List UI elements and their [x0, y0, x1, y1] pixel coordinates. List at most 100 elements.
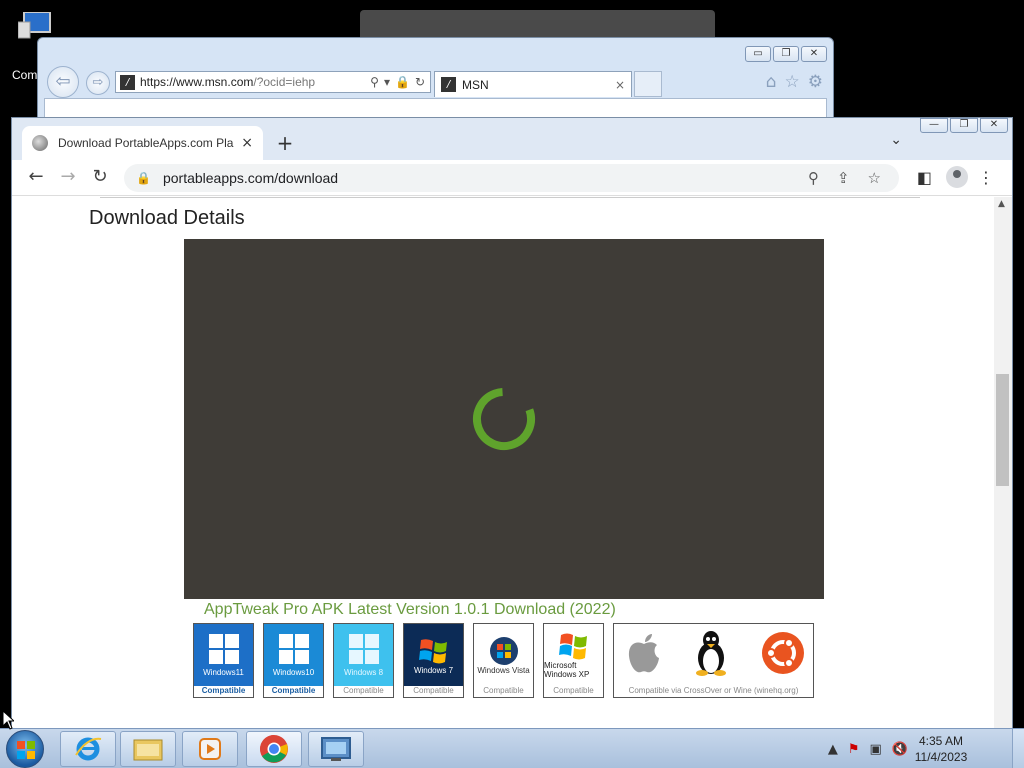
- chrome-minimize-button[interactable]: —: [920, 118, 948, 133]
- badge-name: Windows11: [203, 667, 244, 677]
- loading-spinner-icon: [473, 388, 535, 450]
- badge-name: Windows10: [272, 667, 315, 677]
- menu-kebab-icon[interactable]: ⋮: [978, 168, 994, 187]
- ie-forward-button[interactable]: ⇨: [86, 71, 110, 95]
- ie-url-main: https://www.msn.com: [140, 75, 254, 89]
- windows8-badge: Windows 8 Compatible: [333, 623, 394, 698]
- search-icon[interactable]: ⚲: [370, 75, 379, 89]
- windows7-flag-icon: [418, 638, 447, 663]
- badge-foot: Compatible: [271, 686, 316, 695]
- volume-muted-icon[interactable]: 🔇: [892, 742, 908, 757]
- badge-name: Microsoft Windows XP: [544, 661, 590, 679]
- folder-icon: [133, 739, 163, 761]
- search-icon[interactable]: ⚲: [808, 169, 819, 187]
- ie-restore-button[interactable]: ❐: [773, 46, 799, 62]
- ie-tab-close-icon[interactable]: ×: [615, 78, 625, 92]
- windows11-badge: Windows11 Compatible: [193, 623, 254, 698]
- bookmark-star-icon[interactable]: ☆: [868, 169, 881, 187]
- chrome-tab-strip: Download PortableApps.com Pla × + ⌄ — ❐ …: [12, 118, 1012, 160]
- chrome-omnibox[interactable]: 🔒 portableapps.com/download ⚲ ⇪ ☆: [124, 164, 899, 192]
- chrome-close-button[interactable]: ✕: [980, 118, 1008, 133]
- lock-icon[interactable]: 🔒: [136, 171, 151, 185]
- ie-address-url: https://www.msn.com/?ocid=iehp: [140, 75, 370, 89]
- ie-tab-msn[interactable]: / MSN ×: [434, 71, 632, 97]
- internet-explorer-window[interactable]: ▭ ❐ ✕ ⇦ ⇨ / https://www.msn.com/?ocid=ie…: [37, 37, 834, 127]
- badge-name: Windows 7: [413, 665, 454, 675]
- taskbar: ▲ ⚑ ▣ 🔇 4:35 AM 11/4/2023: [0, 728, 1024, 768]
- video-player[interactable]: [184, 239, 824, 599]
- taskbar-file-explorer[interactable]: [120, 731, 176, 767]
- start-button[interactable]: [6, 730, 44, 768]
- windows7-badge: Windows 7 Compatible: [403, 623, 464, 698]
- reload-icon[interactable]: ↻: [88, 166, 112, 187]
- action-center-flag-icon[interactable]: ⚑: [848, 742, 860, 757]
- home-icon[interactable]: ⌂: [766, 72, 777, 92]
- taskbar-clock[interactable]: 4:35 AM 11/4/2023: [910, 733, 972, 765]
- profile-avatar-icon[interactable]: [946, 166, 968, 188]
- page-title: Download Details: [89, 207, 245, 229]
- remote-desktop-icon: [321, 737, 351, 761]
- forward-arrow-icon[interactable]: →: [56, 166, 80, 187]
- show-hidden-icons-icon[interactable]: ▲: [828, 742, 838, 757]
- windows-logo-icon: [348, 633, 379, 664]
- tab-search-chevron-icon[interactable]: ⌄: [890, 132, 902, 148]
- scrollbar-thumb[interactable]: [996, 374, 1009, 486]
- chrome-tab-portableapps[interactable]: Download PortableApps.com Pla ×: [22, 126, 263, 160]
- page-content: Download Details AppTweak Pro APK Latest…: [12, 197, 995, 729]
- app-caption-link[interactable]: AppTweak Pro APK Latest Version 1.0.1 Do…: [204, 601, 616, 619]
- windows-start-icon: [17, 741, 35, 759]
- favorites-star-icon[interactable]: ☆: [785, 72, 800, 92]
- windows-xp-badge: Microsoft Windows XP Compatible: [543, 623, 604, 698]
- taskbar-chrome[interactable]: [246, 731, 302, 767]
- clock-date: 11/4/2023: [914, 750, 968, 764]
- taskbar-remote-desktop[interactable]: [308, 731, 364, 767]
- ie-minimize-button[interactable]: ▭: [745, 46, 771, 62]
- vista-orb-icon: [489, 636, 518, 665]
- show-desktop-button[interactable]: [1012, 729, 1024, 768]
- windows-logo-icon: [278, 633, 309, 664]
- badge-foot: Compatible: [201, 686, 246, 695]
- chrome-restore-button[interactable]: ❐: [950, 118, 978, 133]
- portableapps-favicon-icon: [32, 135, 48, 151]
- chrome-address-url: portableapps.com/download: [162, 170, 339, 186]
- refresh-icon[interactable]: ↻: [415, 75, 425, 89]
- side-panel-icon[interactable]: ◧: [917, 168, 932, 187]
- windows-logo-icon: [208, 633, 239, 664]
- taskbar-internet-explorer[interactable]: [60, 731, 116, 767]
- ie-close-button[interactable]: ✕: [801, 46, 827, 62]
- ie-back-button[interactable]: ⇦: [47, 66, 79, 98]
- page-scrollbar[interactable]: ▲: [994, 197, 1012, 729]
- desktop-icon-label: Com: [12, 68, 38, 82]
- dropdown-icon[interactable]: ▾: [384, 75, 390, 89]
- chrome-icon: [260, 735, 288, 763]
- ie-new-tab-button[interactable]: [634, 71, 662, 97]
- msn-tab-favicon-icon: /: [441, 77, 456, 92]
- chrome-caption-buttons: — ❐ ✕: [920, 118, 1008, 133]
- taskbar-media-player[interactable]: [182, 731, 238, 767]
- clock-time: 4:35 AM: [918, 734, 964, 748]
- msn-favicon-icon: /: [120, 74, 135, 90]
- ie-url-rest: /?ocid=iehp: [253, 75, 316, 89]
- forward-arrow-icon: ⇨: [92, 75, 104, 90]
- chrome-toolbar: ← → ↻ 🔒 portableapps.com/download ⚲ ⇪ ☆ …: [12, 160, 1012, 196]
- network-icon[interactable]: ▣: [870, 742, 882, 757]
- media-player-icon: [199, 738, 221, 760]
- chrome-tab-title: Download PortableApps.com Pla: [58, 136, 234, 150]
- windows-vista-badge: Windows Vista Compatible: [473, 623, 534, 698]
- lock-icon[interactable]: 🔒: [395, 75, 410, 89]
- system-tray: ▲ ⚑ ▣ 🔇: [828, 729, 908, 768]
- chrome-window[interactable]: Download PortableApps.com Pla × + ⌄ — ❐ …: [11, 117, 1013, 729]
- ie-address-bar[interactable]: / https://www.msn.com/?ocid=iehp ⚲ ▾ 🔒 ↻: [115, 71, 431, 93]
- chrome-tab-close-icon[interactable]: ×: [241, 135, 253, 151]
- settings-gear-icon[interactable]: ⚙: [808, 72, 823, 92]
- scroll-up-arrow-icon[interactable]: ▲: [998, 199, 1005, 209]
- ie-tab-title: MSN: [462, 77, 489, 92]
- xp-flag-icon: [558, 633, 587, 660]
- windows10-badge: Windows10 Compatible: [263, 623, 324, 698]
- badge-foot: Compatible: [553, 686, 594, 695]
- back-arrow-icon: ⇦: [55, 71, 71, 92]
- chrome-new-tab-button[interactable]: +: [274, 131, 296, 155]
- mouse-cursor-icon: [2, 710, 14, 730]
- back-arrow-icon[interactable]: ←: [24, 166, 48, 187]
- share-icon[interactable]: ⇪: [837, 169, 850, 187]
